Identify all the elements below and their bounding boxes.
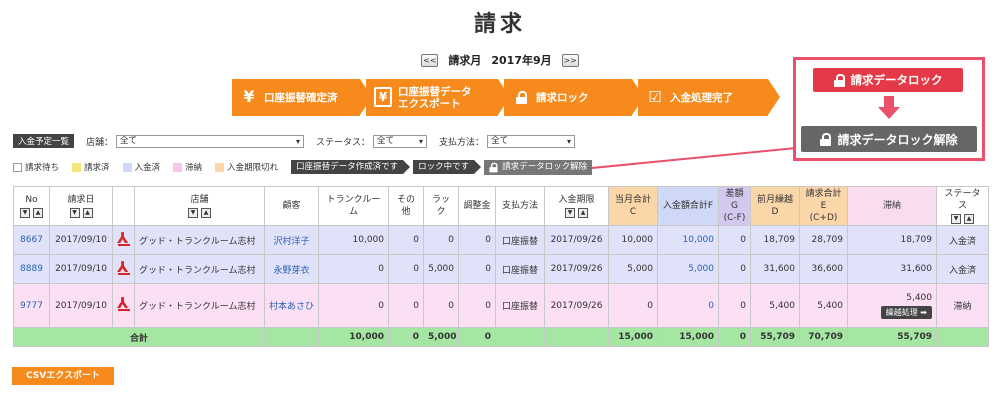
sort-asc-button[interactable]: ▲: [578, 208, 588, 218]
yen-icon: ¥: [243, 87, 255, 106]
col-header-trunk: トランクルーム: [318, 186, 389, 226]
sort-asc-button[interactable]: ▲: [82, 208, 93, 218]
customer-link[interactable]: 沢村洋子: [264, 225, 319, 255]
lock-state-callout: 請求データロック 請求データロック解除: [793, 57, 985, 161]
billing-data-unlock-button[interactable]: 請求データロック解除: [801, 126, 977, 152]
totals-row: 合計 10,000 0 5,000 0 15,000 15,000 0 55,7…: [13, 327, 989, 347]
status-badge: 入金済: [936, 225, 989, 255]
legend-item: 入金済: [122, 161, 160, 173]
lock-icon: [512, 87, 530, 107]
sort-asc-button[interactable]: ▲: [33, 208, 43, 218]
store-select[interactable]: 全て: [116, 134, 305, 148]
col-header-arrears: 滞納: [847, 186, 937, 226]
col-header-rack: ラック: [423, 186, 459, 226]
col-header-customer: 顧客: [264, 186, 319, 226]
legend-item: 滞納: [173, 161, 202, 173]
customer-link[interactable]: 永野芽衣: [264, 254, 319, 284]
legend-item: 請求待ち: [13, 161, 59, 173]
col-header-payment: 支払方法: [495, 186, 545, 226]
workflow-steps: ¥ 口座振替確定済 ¥ 口座振替データ エクスポート 請求ロック ☑ 入金処理完…: [232, 79, 780, 116]
invoice-number-link[interactable]: 9777: [13, 283, 50, 328]
billing-month-label: 請求月 2017年9月: [448, 54, 552, 67]
month-navigation: << 請求月 2017年9月 >>: [410, 52, 590, 68]
col-header-date: 請求日 ▼ ▲: [49, 186, 113, 226]
sort-asc-button[interactable]: ▲: [964, 214, 974, 224]
col-header-other: その他: [388, 186, 424, 226]
table-row: 8667 2017/09/10 グッド・トランクルーム志村 沢村洋子 10,00…: [13, 225, 989, 255]
step-transfer-export[interactable]: ¥ 口座振替データ エクスポート: [366, 79, 510, 116]
col-header-no: No ▼ ▲: [13, 186, 50, 226]
pdf-icon[interactable]: [117, 294, 130, 312]
invoice-number-link[interactable]: 8667: [13, 225, 50, 255]
status-badge: 入金済: [936, 254, 989, 284]
locked-status-label: ロック中です: [413, 160, 482, 174]
step-transfer-confirmed[interactable]: ¥ 口座振替確定済: [232, 79, 372, 116]
status-badge: 滞納: [936, 283, 989, 328]
col-header-total-c: 当月合計C: [608, 186, 658, 226]
sort-desc-button[interactable]: ▼: [951, 214, 961, 224]
filter-bar: 入金予定一覧 店舗： 全て ステータス： 全て 支払方法： 全て: [13, 134, 587, 148]
col-header-carry-d: 前月繰越D: [750, 186, 800, 226]
pdf-icon[interactable]: [117, 229, 130, 247]
status-select[interactable]: 全て: [373, 134, 428, 148]
sort-desc-button[interactable]: ▼: [188, 208, 198, 218]
col-header-billed-e: 請求合計E (C+D): [799, 186, 848, 226]
checklist-icon: ☑: [648, 88, 662, 106]
step-billing-lock[interactable]: 請求ロック: [504, 79, 644, 116]
table-row: 9777 2017/09/10 グッド・トランクルーム志村 村本あさひ 0 0 …: [13, 283, 989, 328]
billing-table: No ▼ ▲ 請求日 ▼ ▲ 店舗 ▼ ▲ 顧客 トランクルーム その他 ラック 調整金 支…: [13, 186, 989, 347]
sort-desc-button[interactable]: ▼: [69, 208, 80, 218]
unlock-billing-data-button[interactable]: 請求データロック解除: [484, 159, 593, 175]
unlock-icon: [489, 162, 498, 172]
csv-export-button[interactable]: CSVエクスポート: [12, 367, 114, 385]
customer-link[interactable]: 村本あさひ: [264, 283, 319, 328]
down-arrow-icon: [878, 96, 900, 119]
col-header-store: 店舗 ▼ ▲: [134, 186, 265, 226]
pdf-icon[interactable]: [117, 258, 130, 276]
prev-month-button[interactable]: <<: [421, 53, 439, 67]
totals-label: 合計: [13, 327, 265, 347]
list-type-tag: 入金予定一覧: [13, 134, 75, 148]
col-header-deadline: 入金期限 ▼ ▲: [544, 186, 609, 226]
table-row: 8889 2017/09/10 グッド・トランクルーム志村 永野芽衣 0 0 5…: [13, 254, 989, 284]
sort-desc-button[interactable]: ▼: [565, 208, 575, 218]
col-header-diff-g: 差額G (C-F): [718, 186, 751, 226]
legend-item: 請求済: [72, 161, 110, 173]
table-header-row: No ▼ ▲ 請求日 ▼ ▲ 店舗 ▼ ▲ 顧客 トランクルーム その他 ラック 調整金 支…: [13, 186, 989, 226]
sort-desc-button[interactable]: ▼: [20, 208, 30, 218]
step-payment-complete[interactable]: ☑ 入金処理完了: [638, 79, 780, 116]
lock-icon: [833, 73, 845, 87]
col-header-pdf: [112, 186, 135, 226]
unlock-icon: [820, 132, 832, 146]
callout-connector-line: [591, 147, 797, 169]
billing-month-value: 2017年9月: [491, 54, 552, 67]
exported-status-label: 口座振替データ作成済です: [291, 160, 411, 174]
status-legend: 請求待ち 請求済 入金済 滞納 入金期限切れ 口座振替データ作成済です ロック中…: [13, 159, 593, 175]
payment-method-select[interactable]: 全て: [487, 134, 576, 148]
billing-data-lock-button[interactable]: 請求データロック: [813, 68, 963, 92]
carry-over-button[interactable]: 繰越処理 ➡: [880, 305, 932, 319]
invoice-number-link[interactable]: 8889: [13, 254, 50, 284]
sort-asc-button[interactable]: ▲: [201, 208, 211, 218]
col-header-paid-f: 入金額合計F: [657, 186, 719, 226]
yen-document-icon: ¥: [374, 87, 392, 107]
next-month-button[interactable]: >>: [561, 53, 579, 67]
col-header-status: ステータス ▼ ▲: [936, 186, 989, 226]
legend-item: 入金期限切れ: [215, 161, 278, 173]
col-header-adjust: 調整金: [458, 186, 496, 226]
page-title: 請求: [473, 12, 526, 37]
